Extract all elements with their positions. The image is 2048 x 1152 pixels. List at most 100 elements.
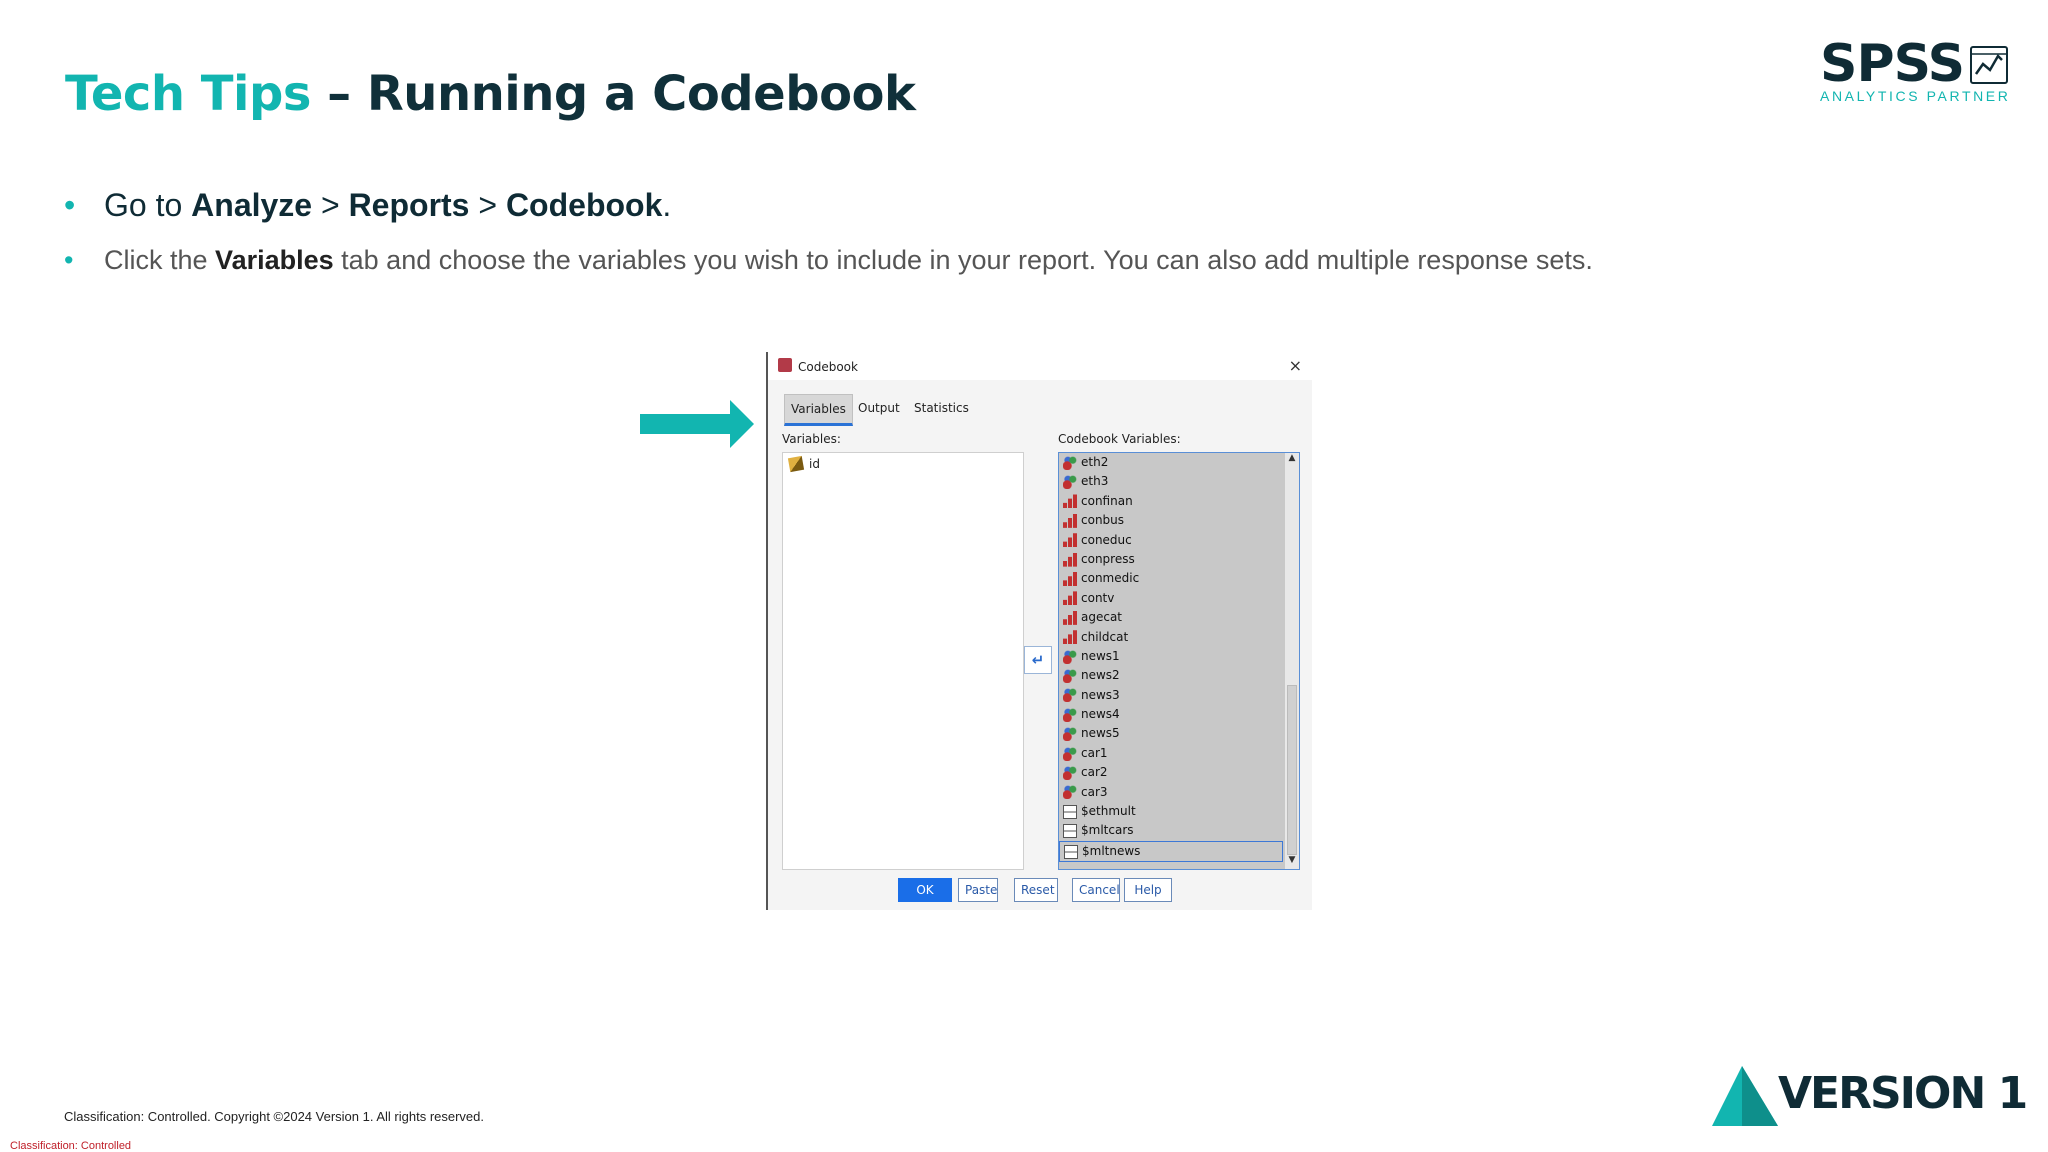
scroll-up-icon[interactable]: ▲ [1285, 453, 1299, 467]
pointer-arrow-icon [640, 400, 754, 448]
title-accent: Tech Tips [65, 66, 311, 122]
nominal-measure-icon [1063, 688, 1077, 703]
codebook-app-icon [778, 358, 792, 372]
list-item[interactable]: eth2 [1059, 453, 1299, 472]
ordinal-measure-icon [1063, 494, 1077, 509]
list-item[interactable]: news3 [1059, 686, 1299, 705]
list-item[interactable]: $mltcars [1059, 821, 1299, 840]
slide-title: Tech Tips – Running a Codebook [65, 66, 916, 122]
variable-name: id [809, 457, 820, 471]
dialog-titlebar: Codebook × [768, 352, 1312, 380]
move-variable-button[interactable]: ↵ [1024, 646, 1052, 674]
variable-name: coneduc [1081, 532, 1132, 547]
move-arrow-icon: ↵ [1031, 651, 1045, 669]
nominal-measure-icon [1063, 707, 1077, 722]
scroll-thumb[interactable] [1287, 685, 1297, 855]
cancel-button[interactable]: Cancel [1072, 878, 1120, 902]
variable-name: $ethmult [1081, 804, 1136, 819]
list-item[interactable]: news2 [1059, 666, 1299, 685]
tab-variables[interactable]: Variables [784, 394, 853, 426]
variable-name: eth3 [1081, 474, 1109, 489]
codebook-variable-list[interactable]: eth2 eth3 confinan conbus coneduc conpress con… [1058, 452, 1300, 870]
ordinal-measure-icon [1063, 572, 1077, 587]
variable-name: news2 [1081, 668, 1120, 683]
source-variable-list[interactable]: id [782, 452, 1024, 870]
list-item[interactable]: $ethmult [1059, 802, 1299, 821]
list-item[interactable]: car3 [1059, 783, 1299, 802]
list-item[interactable]: agecat [1059, 608, 1299, 627]
close-icon[interactable]: × [1289, 356, 1302, 375]
variable-name: contv [1081, 590, 1115, 605]
list-item[interactable]: conmedic [1059, 569, 1299, 588]
mrset-measure-icon [1063, 804, 1077, 819]
tab-output[interactable]: Output [852, 394, 906, 422]
spss-analytics-partner-logo: SPSS ANALYTICS PARTNER [1820, 34, 2008, 104]
mrset-measure-icon [1064, 844, 1078, 859]
source-variables-label: Variables: [782, 432, 841, 446]
codebook-variable-items: eth2 eth3 confinan conbus coneduc conpress con… [1059, 453, 1299, 863]
list-item[interactable]: coneduc [1059, 531, 1299, 550]
variable-name: conbus [1081, 513, 1125, 528]
help-button[interactable]: Help [1124, 878, 1172, 902]
codebook-dialog: Codebook × Variables Output Statistics V… [766, 352, 1312, 910]
scroll-down-icon[interactable]: ▼ [1285, 855, 1299, 869]
ordinal-measure-icon [1063, 552, 1077, 567]
bullet-item: • Click the Variables tab and choose the… [64, 236, 1764, 284]
nominal-measure-icon [1063, 475, 1077, 490]
ordinal-measure-icon [1063, 591, 1077, 606]
list-item[interactable]: childcat [1059, 628, 1299, 647]
variable-name: confinan [1081, 493, 1133, 508]
list-item[interactable]: id [787, 455, 820, 473]
list-item[interactable]: contv [1059, 589, 1299, 608]
reset-button[interactable]: Reset [1014, 878, 1058, 902]
ordinal-measure-icon [1063, 533, 1077, 548]
footer-classification: Classification: Controlled [10, 1140, 132, 1152]
version1-triangle-icon [1712, 1066, 1778, 1126]
bullet-text: . [662, 187, 672, 223]
bullet-list: • Go to Analyze > Reports > Codebook. • … [64, 180, 1764, 284]
tab-statistics[interactable]: Statistics [908, 394, 975, 422]
bullet-text: Go to [104, 187, 192, 223]
nominal-measure-icon [1063, 746, 1077, 761]
variable-name: news3 [1081, 687, 1120, 702]
bullet-dot: • [64, 245, 74, 275]
bullet-bold-codebook: Codebook [505, 187, 663, 223]
ordinal-measure-icon [1063, 630, 1077, 645]
nominal-measure-icon [1063, 727, 1077, 742]
bullet-text: tab and choose the variables you wish to… [333, 245, 1593, 275]
variable-name: news5 [1081, 726, 1120, 741]
bullet-dot: • [64, 187, 76, 223]
variable-name: agecat [1081, 610, 1123, 625]
title-rest: – Running a Codebook [310, 66, 916, 122]
list-item[interactable]: news4 [1059, 705, 1299, 724]
dialog-title: Codebook [798, 360, 858, 374]
nominal-measure-icon [1063, 765, 1077, 780]
list-item[interactable]: conbus [1059, 511, 1299, 530]
nominal-measure-icon [1063, 785, 1077, 800]
list-scrollbar[interactable]: ▲ ▼ [1285, 453, 1299, 869]
footer-copyright: Classification: Controlled. Copyright ©2… [64, 1109, 485, 1124]
variable-name: car3 [1081, 784, 1108, 799]
variable-name: $mltnews [1082, 843, 1141, 858]
list-item[interactable]: news1 [1059, 647, 1299, 666]
list-item[interactable]: news5 [1059, 724, 1299, 743]
nominal-measure-icon [1063, 649, 1077, 664]
bullet-sep: > [469, 187, 506, 223]
bullet-bold-variables: Variables [215, 245, 334, 275]
ordinal-measure-icon [1063, 513, 1077, 528]
list-item[interactable]: conpress [1059, 550, 1299, 569]
list-item[interactable]: car1 [1059, 744, 1299, 763]
ok-button[interactable]: OK [898, 878, 952, 902]
nominal-measure-icon [1063, 455, 1077, 470]
variable-name: conpress [1081, 551, 1135, 566]
version1-logo: VERSION 1 [1712, 1066, 2028, 1126]
paste-button[interactable]: Paste [958, 878, 998, 902]
variable-name: car1 [1081, 745, 1108, 760]
list-item[interactable]: $mltnews [1059, 840, 1283, 863]
variable-name: childcat [1081, 629, 1129, 644]
list-item[interactable]: eth3 [1059, 472, 1299, 491]
spss-logo-subtitle: ANALYTICS PARTNER [1820, 88, 2011, 104]
list-item[interactable]: confinan [1059, 492, 1299, 511]
bullet-bold-reports: Reports [348, 187, 470, 223]
list-item[interactable]: car2 [1059, 763, 1299, 782]
